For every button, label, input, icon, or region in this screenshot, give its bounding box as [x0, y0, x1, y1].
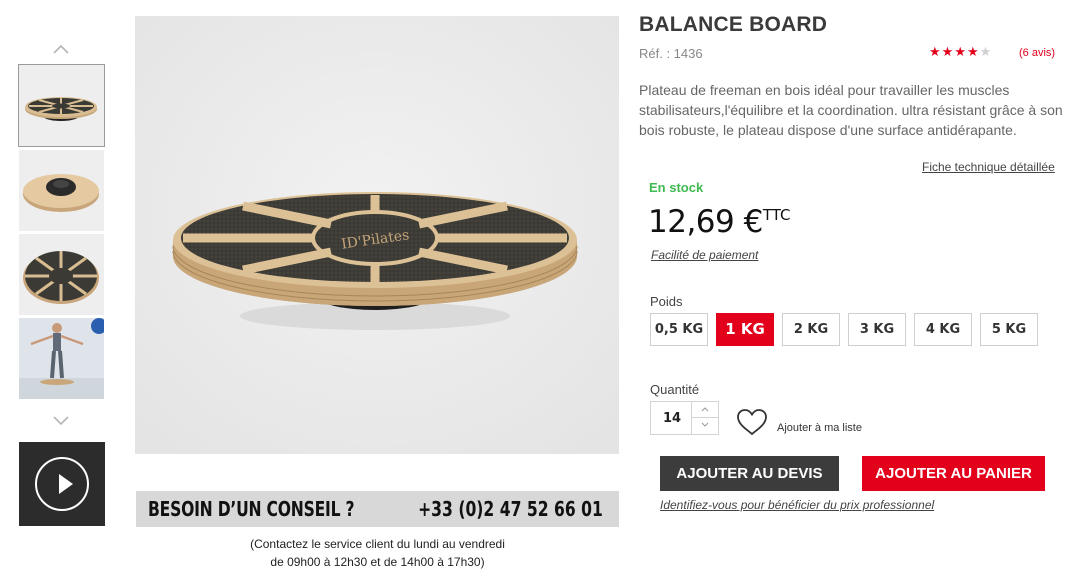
thumbnail-4[interactable] [19, 318, 104, 399]
product-title: BALANCE BOARD [639, 13, 828, 36]
weight-option[interactable]: 4 KG [914, 313, 972, 346]
weight-options: 0,5 KG 1 KG 2 KG 3 KG 4 KG 5 KG [650, 313, 1038, 346]
star-filled-icon: ★ [954, 44, 966, 59]
rating-stars[interactable]: ★ ★ ★ ★ ★ [929, 45, 991, 59]
reviews-link[interactable]: (6 avis) [1019, 47, 1055, 59]
price-tax-suffix: TTC [762, 206, 791, 224]
stock-status: En stock [649, 180, 704, 195]
advice-title: BESOIN D’UN CONSEIL ? [148, 497, 355, 521]
price-value: 12,69 € [648, 204, 763, 240]
service-hours: (Contactez le service client du lundi au… [136, 535, 619, 571]
weight-option[interactable]: 0,5 KG [650, 313, 708, 346]
weight-option[interactable]: 2 KG [782, 313, 840, 346]
add-to-quote-button[interactable]: AJOUTER AU DEVIS [660, 456, 839, 491]
quantity-label: Quantité [650, 382, 700, 397]
product-reference: Réf. : 1436 [639, 46, 703, 61]
wishlist-label[interactable]: Ajouter à ma liste [777, 422, 862, 434]
weight-option[interactable]: 3 KG [848, 313, 906, 346]
star-filled-icon: ★ [941, 44, 954, 59]
video-play-button[interactable] [19, 442, 105, 526]
thumbnail-3[interactable] [19, 234, 104, 315]
advice-phone[interactable]: +33 (0)2 47 52 66 01 [418, 497, 603, 521]
weight-label: Poids [650, 294, 683, 309]
thumbnail-1[interactable] [18, 64, 105, 147]
thumbnail-scroll-up-button[interactable] [52, 40, 70, 58]
payment-facility-link[interactable]: Facilité de paiement [651, 248, 758, 262]
login-for-pro-price-link[interactable]: Identifiez-vous pour bénéficier du prix … [660, 498, 934, 512]
star-filled-icon: ★ [966, 44, 979, 59]
service-hours-line2: de 09h00 à 12h30 et de 14h00 à 17h30) [270, 555, 485, 569]
product-price: 12,69 €TTC [648, 204, 790, 240]
service-hours-line1: (Contactez le service client du lundi au… [250, 537, 505, 551]
chevron-down-icon [701, 422, 709, 427]
main-product-image[interactable]: ID'Pilates [135, 16, 619, 454]
star-filled-icon: ★ [929, 44, 941, 59]
quantity-stepper [650, 401, 719, 435]
weight-option[interactable]: 5 KG [980, 313, 1038, 346]
chevron-down-icon [53, 416, 69, 426]
quantity-input[interactable] [651, 402, 693, 434]
chevron-up-icon [53, 44, 69, 54]
weight-option-selected[interactable]: 1 KG [716, 313, 774, 346]
thumbnail-scroll-down-button[interactable] [52, 412, 70, 430]
quantity-increment-button[interactable] [691, 402, 718, 418]
star-empty-icon: ★ [979, 44, 992, 59]
technical-sheet-link[interactable]: Fiche technique détaillée [922, 160, 1055, 174]
wishlist-button[interactable] [736, 408, 768, 436]
product-description: Plateau de freeman en bois idéal pour tr… [639, 82, 1063, 138]
advice-banner: BESOIN D’UN CONSEIL ? +33 (0)2 47 52 66 … [136, 491, 619, 527]
heart-icon [737, 409, 767, 436]
quantity-decrement-button[interactable] [691, 418, 718, 434]
thumbnail-2[interactable] [19, 150, 104, 231]
chevron-up-icon [701, 407, 709, 412]
add-to-cart-button[interactable]: AJOUTER AU PANIER [862, 456, 1045, 491]
